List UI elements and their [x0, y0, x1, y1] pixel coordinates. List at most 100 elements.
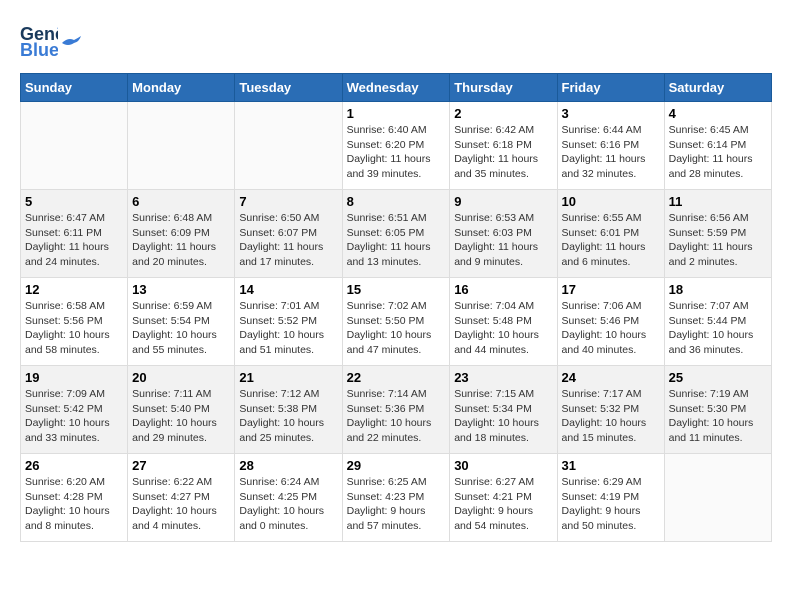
- day-number: 29: [347, 458, 446, 473]
- header: General Blue: [20, 20, 772, 63]
- day-number: 16: [454, 282, 552, 297]
- calendar-day: 9 Sunrise: 6:53 AM Sunset: 6:03 PM Daylig…: [450, 190, 557, 278]
- day-number: 31: [562, 458, 660, 473]
- calendar-day: [664, 454, 771, 542]
- calendar-day: 25 Sunrise: 7:19 AM Sunset: 5:30 PM Dayli…: [664, 366, 771, 454]
- day-number: 7: [239, 194, 337, 209]
- logo-icon: General Blue: [20, 20, 58, 58]
- day-number: 4: [669, 106, 767, 121]
- day-number: 9: [454, 194, 552, 209]
- calendar-day: 17 Sunrise: 7:06 AM Sunset: 5:46 PM Dayli…: [557, 278, 664, 366]
- day-info: Sunrise: 7:19 AM Sunset: 5:30 PM Dayligh…: [669, 387, 767, 446]
- day-number: 12: [25, 282, 123, 297]
- day-number: 21: [239, 370, 337, 385]
- day-info: Sunrise: 7:04 AM Sunset: 5:48 PM Dayligh…: [454, 299, 552, 358]
- calendar-day: 12 Sunrise: 6:58 AM Sunset: 5:56 PM Dayli…: [21, 278, 128, 366]
- day-info: Sunrise: 7:09 AM Sunset: 5:42 PM Dayligh…: [25, 387, 123, 446]
- svg-text:Blue: Blue: [20, 40, 58, 58]
- calendar-day: 5Sunrise: 6:47 AM Sunset: 6:11 PM Daylig…: [21, 190, 128, 278]
- day-info: Sunrise: 6:59 AM Sunset: 5:54 PM Dayligh…: [132, 299, 230, 358]
- calendar-day: 2Sunrise: 6:42 AM Sunset: 6:18 PM Daylig…: [450, 102, 557, 190]
- calendar-day: 31 Sunrise: 6:29 AM Sunset: 4:19 PM Dayli…: [557, 454, 664, 542]
- day-number: 11: [669, 194, 767, 209]
- day-number: 2: [454, 106, 552, 121]
- day-number: 19: [25, 370, 123, 385]
- day-info: Sunrise: 6:22 AM Sunset: 4:27 PM Dayligh…: [132, 475, 230, 534]
- calendar-day: [21, 102, 128, 190]
- calendar-day: 6 Sunrise: 6:48 AM Sunset: 6:09 PM Daylig…: [128, 190, 235, 278]
- calendar-week-2: 5Sunrise: 6:47 AM Sunset: 6:11 PM Daylig…: [21, 190, 772, 278]
- day-info: Sunrise: 7:02 AM Sunset: 5:50 PM Dayligh…: [347, 299, 446, 358]
- day-info: Sunrise: 6:48 AM Sunset: 6:09 PM Dayligh…: [132, 211, 230, 270]
- calendar-day: 13 Sunrise: 6:59 AM Sunset: 5:54 PM Dayli…: [128, 278, 235, 366]
- day-info: Sunrise: 7:06 AM Sunset: 5:46 PM Dayligh…: [562, 299, 660, 358]
- calendar-day: [235, 102, 342, 190]
- day-info: Sunrise: 6:29 AM Sunset: 4:19 PM Dayligh…: [562, 475, 660, 534]
- calendar-day: 19 Sunrise: 7:09 AM Sunset: 5:42 PM Dayli…: [21, 366, 128, 454]
- day-number: 24: [562, 370, 660, 385]
- calendar-day: 23 Sunrise: 7:15 AM Sunset: 5:34 PM Dayli…: [450, 366, 557, 454]
- day-info: Sunrise: 7:01 AM Sunset: 5:52 PM Dayligh…: [239, 299, 337, 358]
- day-info: Sunrise: 6:58 AM Sunset: 5:56 PM Dayligh…: [25, 299, 123, 358]
- day-number: 6: [132, 194, 230, 209]
- calendar-day: 15 Sunrise: 7:02 AM Sunset: 5:50 PM Dayli…: [342, 278, 450, 366]
- calendar-day: 14 Sunrise: 7:01 AM Sunset: 5:52 PM Dayli…: [235, 278, 342, 366]
- day-number: 3: [562, 106, 660, 121]
- day-info: Sunrise: 7:17 AM Sunset: 5:32 PM Dayligh…: [562, 387, 660, 446]
- day-info: Sunrise: 6:55 AM Sunset: 6:01 PM Dayligh…: [562, 211, 660, 270]
- calendar-day: 28 Sunrise: 6:24 AM Sunset: 4:25 PM Dayli…: [235, 454, 342, 542]
- day-info: Sunrise: 7:15 AM Sunset: 5:34 PM Dayligh…: [454, 387, 552, 446]
- day-number: 10: [562, 194, 660, 209]
- calendar-day: 1 Sunrise: 6:40 AM Sunset: 6:20 PM Daylig…: [342, 102, 450, 190]
- calendar-day: 7 Sunrise: 6:50 AM Sunset: 6:07 PM Daylig…: [235, 190, 342, 278]
- calendar-day: 8 Sunrise: 6:51 AM Sunset: 6:05 PM Daylig…: [342, 190, 450, 278]
- calendar-week-1: 1 Sunrise: 6:40 AM Sunset: 6:20 PM Daylig…: [21, 102, 772, 190]
- logo: General Blue: [20, 20, 82, 63]
- day-number: 5: [25, 194, 123, 209]
- day-info: Sunrise: 6:50 AM Sunset: 6:07 PM Dayligh…: [239, 211, 337, 270]
- calendar-day: 18Sunrise: 7:07 AM Sunset: 5:44 PM Dayli…: [664, 278, 771, 366]
- day-number: 28: [239, 458, 337, 473]
- day-info: Sunrise: 7:12 AM Sunset: 5:38 PM Dayligh…: [239, 387, 337, 446]
- day-info: Sunrise: 6:40 AM Sunset: 6:20 PM Dayligh…: [347, 123, 446, 182]
- day-number: 14: [239, 282, 337, 297]
- day-info: Sunrise: 6:27 AM Sunset: 4:21 PM Dayligh…: [454, 475, 552, 534]
- calendar-day: 10 Sunrise: 6:55 AM Sunset: 6:01 PM Dayli…: [557, 190, 664, 278]
- calendar-week-5: 26 Sunrise: 6:20 AM Sunset: 4:28 PM Dayli…: [21, 454, 772, 542]
- calendar-day: 21 Sunrise: 7:12 AM Sunset: 5:38 PM Dayli…: [235, 366, 342, 454]
- calendar-day: 22Sunrise: 7:14 AM Sunset: 5:36 PM Dayli…: [342, 366, 450, 454]
- calendar-day: 26 Sunrise: 6:20 AM Sunset: 4:28 PM Dayli…: [21, 454, 128, 542]
- day-number: 8: [347, 194, 446, 209]
- calendar-table: SundayMondayTuesdayWednesdayThursdayFrid…: [20, 73, 772, 542]
- calendar-week-3: 12 Sunrise: 6:58 AM Sunset: 5:56 PM Dayli…: [21, 278, 772, 366]
- day-number: 26: [25, 458, 123, 473]
- day-number: 23: [454, 370, 552, 385]
- day-info: Sunrise: 6:45 AM Sunset: 6:14 PM Dayligh…: [669, 123, 767, 182]
- day-info: Sunrise: 6:51 AM Sunset: 6:05 PM Dayligh…: [347, 211, 446, 270]
- day-info: Sunrise: 6:53 AM Sunset: 6:03 PM Dayligh…: [454, 211, 552, 270]
- day-number: 30: [454, 458, 552, 473]
- logo-bird-icon: [60, 35, 82, 51]
- calendar-day: 16 Sunrise: 7:04 AM Sunset: 5:48 PM Dayli…: [450, 278, 557, 366]
- calendar-day: 20Sunrise: 7:11 AM Sunset: 5:40 PM Dayli…: [128, 366, 235, 454]
- calendar-day: 24 Sunrise: 7:17 AM Sunset: 5:32 PM Dayli…: [557, 366, 664, 454]
- day-info: Sunrise: 7:11 AM Sunset: 5:40 PM Dayligh…: [132, 387, 230, 446]
- day-number: 18: [669, 282, 767, 297]
- day-number: 1: [347, 106, 446, 121]
- day-header-wednesday: Wednesday: [342, 74, 450, 102]
- day-number: 27: [132, 458, 230, 473]
- day-header-sunday: Sunday: [21, 74, 128, 102]
- day-number: 15: [347, 282, 446, 297]
- day-info: Sunrise: 6:25 AM Sunset: 4:23 PM Dayligh…: [347, 475, 446, 534]
- day-header-saturday: Saturday: [664, 74, 771, 102]
- day-header-friday: Friday: [557, 74, 664, 102]
- day-info: Sunrise: 6:24 AM Sunset: 4:25 PM Dayligh…: [239, 475, 337, 534]
- calendar-week-4: 19 Sunrise: 7:09 AM Sunset: 5:42 PM Dayli…: [21, 366, 772, 454]
- day-info: Sunrise: 6:20 AM Sunset: 4:28 PM Dayligh…: [25, 475, 123, 534]
- calendar-day: 4 Sunrise: 6:45 AM Sunset: 6:14 PM Daylig…: [664, 102, 771, 190]
- day-number: 17: [562, 282, 660, 297]
- day-number: 25: [669, 370, 767, 385]
- calendar-day: 29 Sunrise: 6:25 AM Sunset: 4:23 PM Dayli…: [342, 454, 450, 542]
- calendar-header-row: SundayMondayTuesdayWednesdayThursdayFrid…: [21, 74, 772, 102]
- day-number: 13: [132, 282, 230, 297]
